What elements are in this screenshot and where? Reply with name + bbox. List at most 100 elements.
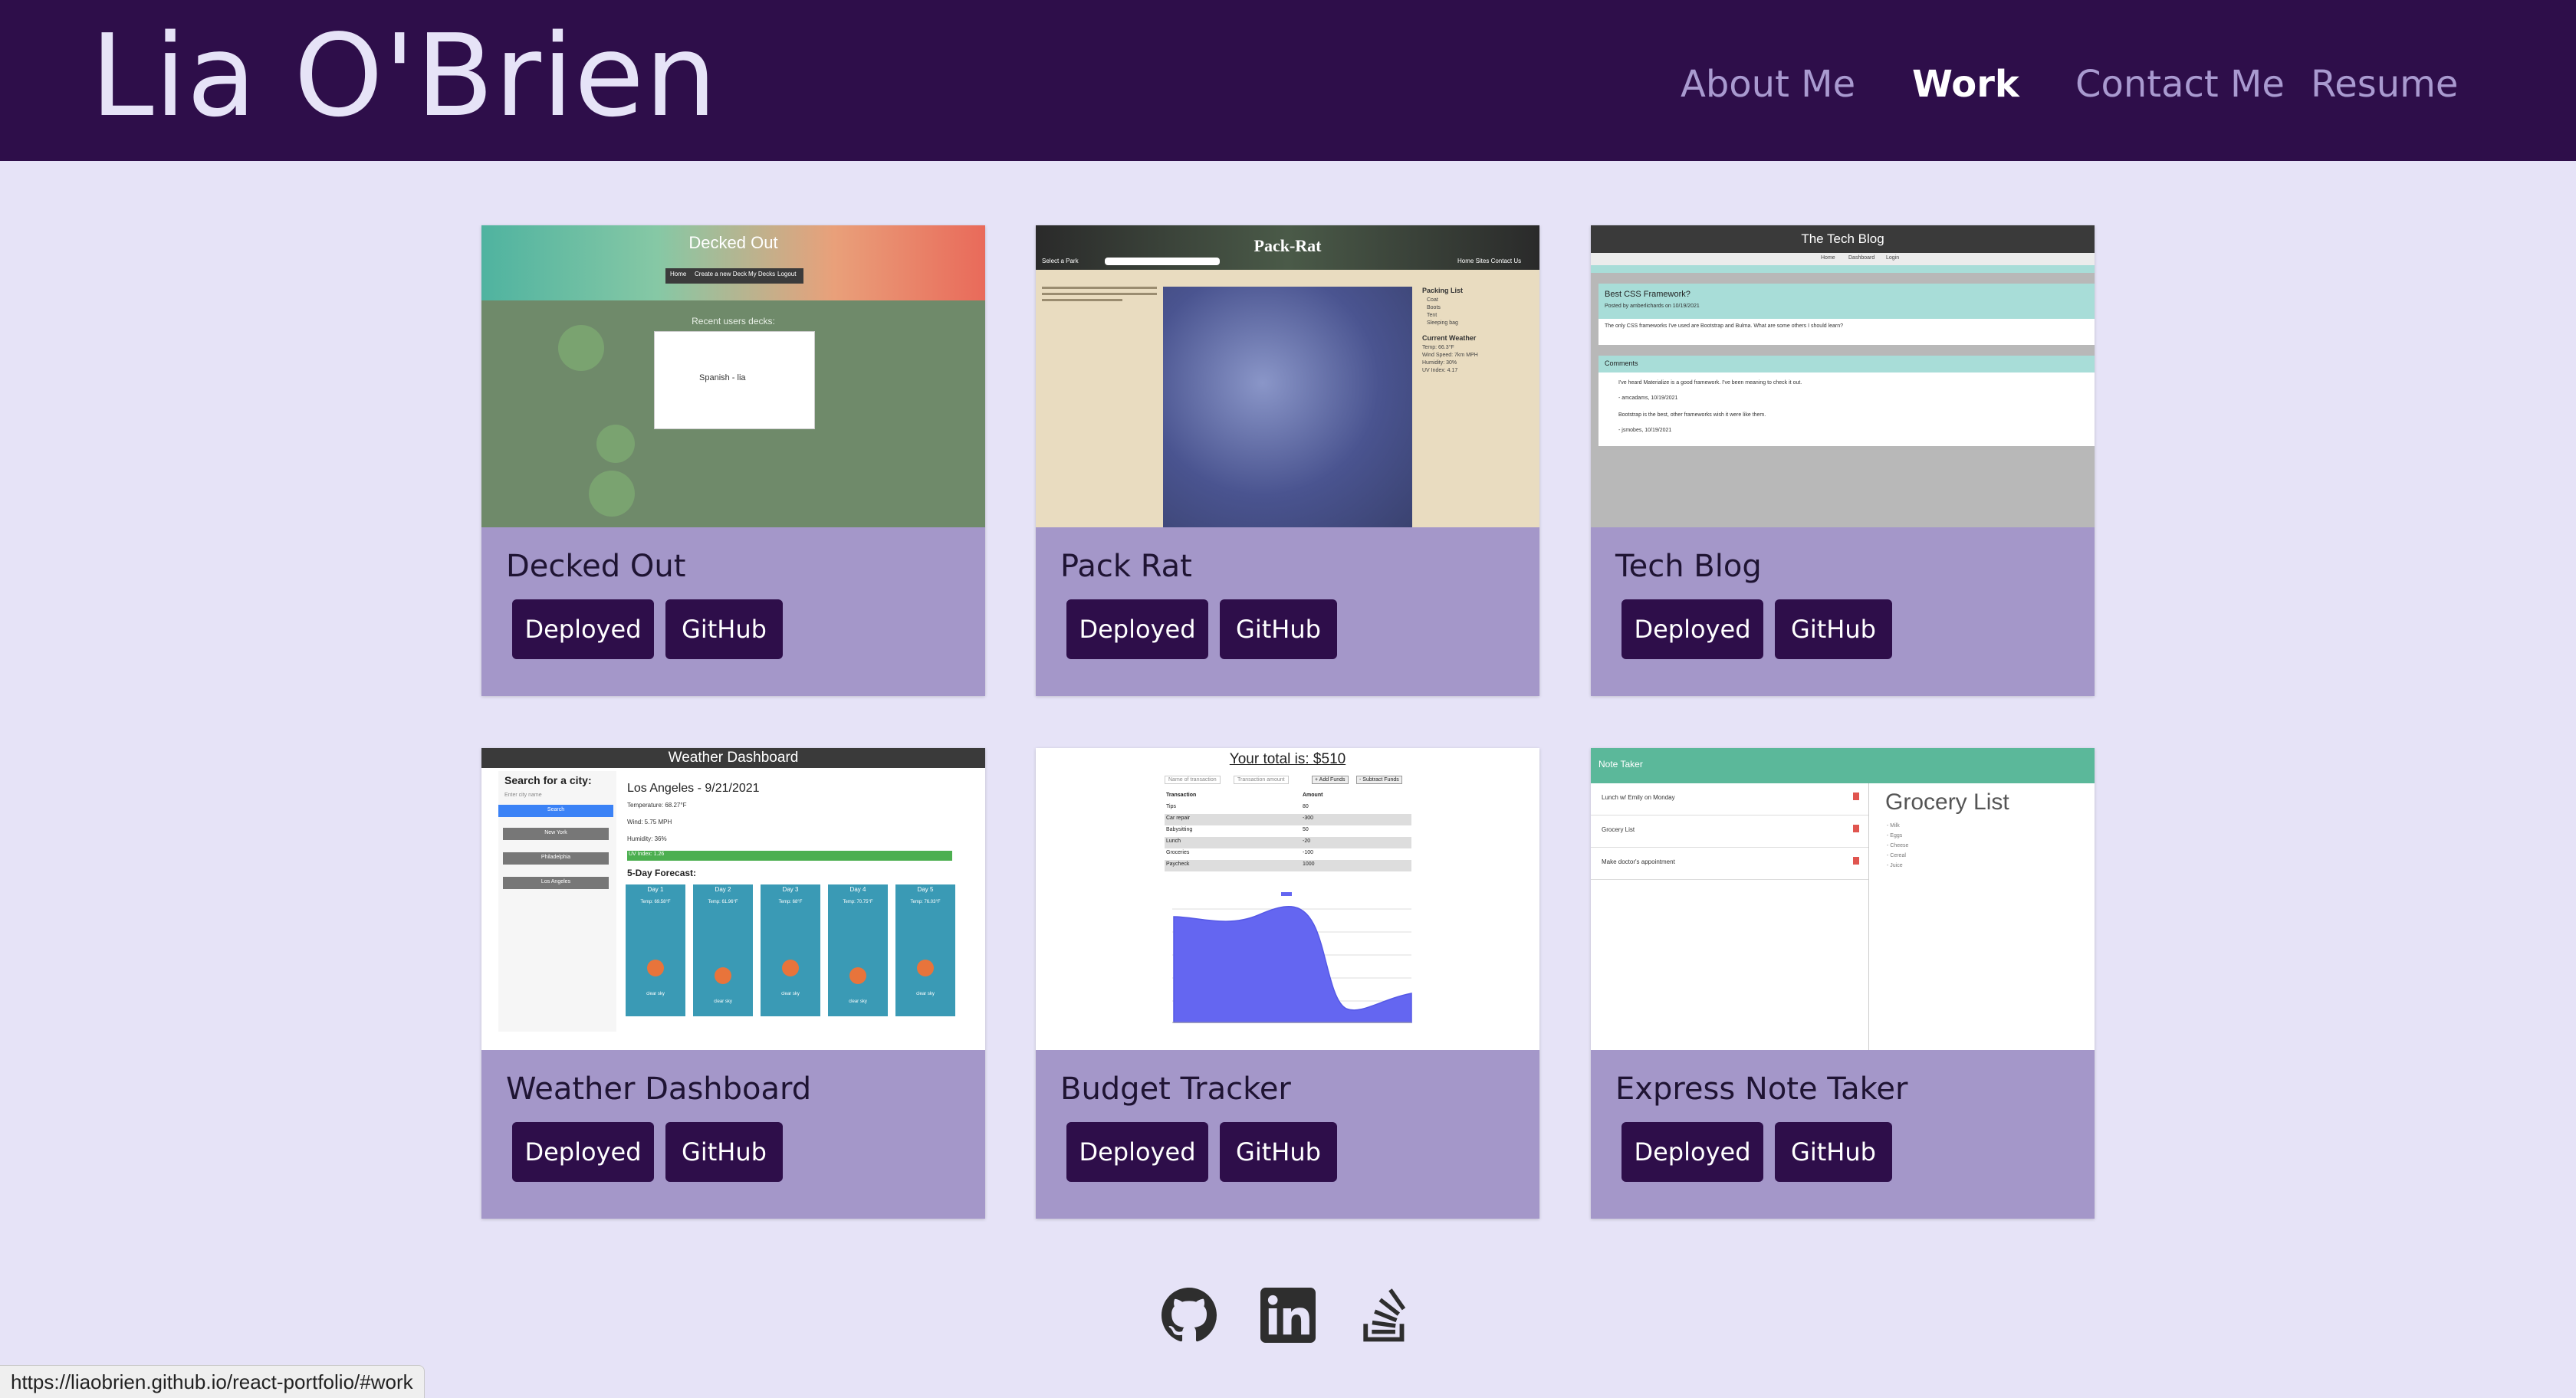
- screenshot-weather-line: Temp: 66.3°F: [1422, 345, 1454, 350]
- table-cell: Paycheck: [1166, 861, 1190, 867]
- screenshot-day-sky: clear sky: [849, 999, 867, 1004]
- project-card-weather-dashboard: Weather Dashboard Search for a city: Ent…: [481, 748, 985, 1219]
- table-cell: Babysitting: [1166, 827, 1193, 832]
- nav-contact-me[interactable]: Contact Me: [2075, 54, 2285, 115]
- project-screenshot[interactable]: Weather Dashboard Search for a city: Ent…: [481, 748, 985, 1050]
- screenshot-banner: Note Taker: [1591, 748, 2095, 783]
- screenshot-nav-item: Create a new Deck: [695, 271, 748, 277]
- github-button[interactable]: GitHub: [1775, 1122, 1892, 1182]
- project-screenshot[interactable]: Decked Out Home Create a new Deck My Dec…: [481, 225, 985, 527]
- screenshot-nav: Home Create a new Deck My Decks Logout: [665, 268, 803, 284]
- screenshot-day-sky: clear sky: [714, 999, 732, 1004]
- deployed-button[interactable]: Deployed: [1622, 599, 1763, 659]
- screenshot-packing-item: Coat: [1427, 297, 1438, 303]
- site-header: Lia O'Brien About Me Work Contact Me Res…: [0, 0, 2576, 161]
- deployed-button[interactable]: Deployed: [512, 599, 654, 659]
- screenshot-app-title: The Tech Blog: [1801, 231, 1884, 246]
- site-title: Lia O'Brien: [90, 10, 718, 142]
- screenshot-app-title: Pack-Rat: [1254, 236, 1322, 255]
- project-title: Tech Blog: [1615, 549, 1762, 584]
- table-cell: Car repair: [1166, 816, 1191, 821]
- linkedin-icon[interactable]: [1260, 1288, 1316, 1343]
- main-nav: About Me Work Contact Me Resume: [1681, 54, 2478, 115]
- screenshot-note-line: - Juice: [1887, 863, 1903, 868]
- decorative-circle: [558, 325, 604, 371]
- screenshot-weather-line: UV Index: 4.17: [1422, 368, 1458, 373]
- screenshot-day-label: Day 1: [647, 886, 664, 893]
- sun-icon: [917, 960, 934, 976]
- nav-resume[interactable]: Resume: [2311, 54, 2458, 115]
- project-screenshot[interactable]: Pack-Rat Select a Park Home Sites Contac…: [1036, 225, 1539, 527]
- screenshot-forecast-day: Day 4 Temp: 70.75°F clear sky: [828, 884, 888, 1016]
- screenshot-search-input: Enter city name: [504, 793, 542, 798]
- screenshot-note-title: Grocery List: [1602, 826, 1635, 833]
- screenshot-day-label: Day 3: [782, 886, 799, 893]
- project-title: Weather Dashboard: [506, 1071, 812, 1107]
- github-button[interactable]: GitHub: [1220, 1122, 1337, 1182]
- deployed-button[interactable]: Deployed: [512, 1122, 654, 1182]
- table-cell: Groceries: [1166, 850, 1190, 855]
- screenshot-area-chart: [1172, 892, 1412, 1023]
- trash-icon: [1853, 857, 1859, 865]
- screenshot-deck-name: Spanish - lia: [699, 373, 746, 382]
- table-row: Car repair -300: [1165, 814, 1411, 825]
- screenshot-note-list: Lunch w/ Emily on Monday Grocery List Ma…: [1591, 783, 1869, 1050]
- screenshot-nav-item: Logout: [777, 271, 797, 277]
- screenshot-post-header: Best CSS Framework? Posted by amberlicha…: [1598, 284, 2095, 319]
- table-cell: -100: [1303, 850, 1314, 855]
- table-header: Transaction: [1166, 793, 1197, 798]
- screenshot-wind: Wind: 5.75 MPH: [627, 819, 672, 825]
- table-row: Paycheck 1000: [1165, 860, 1411, 871]
- github-button[interactable]: GitHub: [665, 599, 783, 659]
- deployed-button[interactable]: Deployed: [1066, 599, 1208, 659]
- screenshot-forecast-day: Day 3 Temp: 68°F clear sky: [761, 884, 820, 1016]
- screenshot-day-temp: Temp: 70.75°F: [843, 900, 873, 904]
- project-screenshot[interactable]: Note Taker Lunch w/ Emily on Monday Groc…: [1591, 748, 2095, 1050]
- table-cell: 50: [1303, 827, 1309, 832]
- github-button[interactable]: GitHub: [1220, 599, 1337, 659]
- sun-icon: [849, 967, 866, 984]
- nav-about-me[interactable]: About Me: [1681, 54, 1855, 115]
- screenshot-note-line: - Milk: [1887, 823, 1900, 829]
- screenshot-forecast-day: Day 1 Temp: 69.58°F clear sky: [626, 884, 685, 1016]
- sun-icon: [647, 960, 664, 976]
- deployed-button[interactable]: Deployed: [1066, 1122, 1208, 1182]
- github-icon[interactable]: [1162, 1288, 1217, 1343]
- screenshot-name-input: Name of transaction: [1165, 776, 1221, 784]
- screenshot-temp: Temperature: 68.27°F: [627, 802, 687, 809]
- project-card-tech-blog: The Tech Blog Home Dashboard Login Best …: [1591, 225, 2095, 696]
- screenshot-section-title: Recent users decks:: [692, 316, 775, 327]
- screenshot-day-temp: Temp: 61.96°F: [708, 900, 738, 904]
- screenshot-nav: Home Sites Contact Us: [1457, 258, 1522, 264]
- screenshot-weather-line: Humidity: 30%: [1422, 360, 1457, 366]
- github-button[interactable]: GitHub: [665, 1122, 783, 1182]
- screenshot-weather-line: Wind Speed: 7km MPH: [1422, 353, 1478, 358]
- table-cell: -300: [1303, 816, 1314, 821]
- trash-icon: [1853, 793, 1859, 800]
- project-screenshot[interactable]: Your total is: $510 Name of transaction …: [1036, 748, 1539, 1050]
- screenshot-note-item: Lunch w/ Emily on Monday: [1591, 783, 1868, 816]
- table-row: Lunch -20: [1165, 837, 1411, 848]
- screenshot-select: [1105, 258, 1220, 265]
- screenshot-add-button: + Add Funds: [1312, 776, 1349, 784]
- github-button[interactable]: GitHub: [1775, 599, 1892, 659]
- screenshot-day-label: Day 4: [849, 886, 866, 893]
- stackoverflow-icon[interactable]: [1357, 1288, 1412, 1343]
- screenshot-comment-author: - amcadams, 10/19/2021: [1618, 395, 1678, 401]
- screenshot-day-sky: clear sky: [646, 992, 665, 996]
- project-card-budget-tracker: Your total is: $510 Name of transaction …: [1036, 748, 1539, 1219]
- table-cell: Lunch: [1166, 838, 1181, 844]
- project-screenshot[interactable]: The Tech Blog Home Dashboard Login Best …: [1591, 225, 2095, 527]
- nav-work[interactable]: Work: [1912, 54, 2019, 115]
- screenshot-comments: I've heard Materialize is a good framewo…: [1598, 372, 2095, 446]
- screenshot-select-label: Select a Park: [1042, 258, 1079, 264]
- screenshot-nav-item: Dashboard: [1848, 255, 1875, 261]
- screenshot-city-label: Los Angeles: [540, 879, 571, 884]
- screenshot-transactions-table: Transaction Amount Tips 80 Car repair -3…: [1165, 791, 1411, 871]
- sun-icon: [782, 960, 799, 976]
- screenshot-sidebar: Search for a city: Enter city name Searc…: [498, 771, 616, 1032]
- screenshot-city-button: Los Angeles: [503, 877, 609, 889]
- screenshot-uv: UV Index: 1.26: [629, 852, 665, 857]
- screenshot-city-label: New York: [544, 830, 567, 835]
- deployed-button[interactable]: Deployed: [1622, 1122, 1763, 1182]
